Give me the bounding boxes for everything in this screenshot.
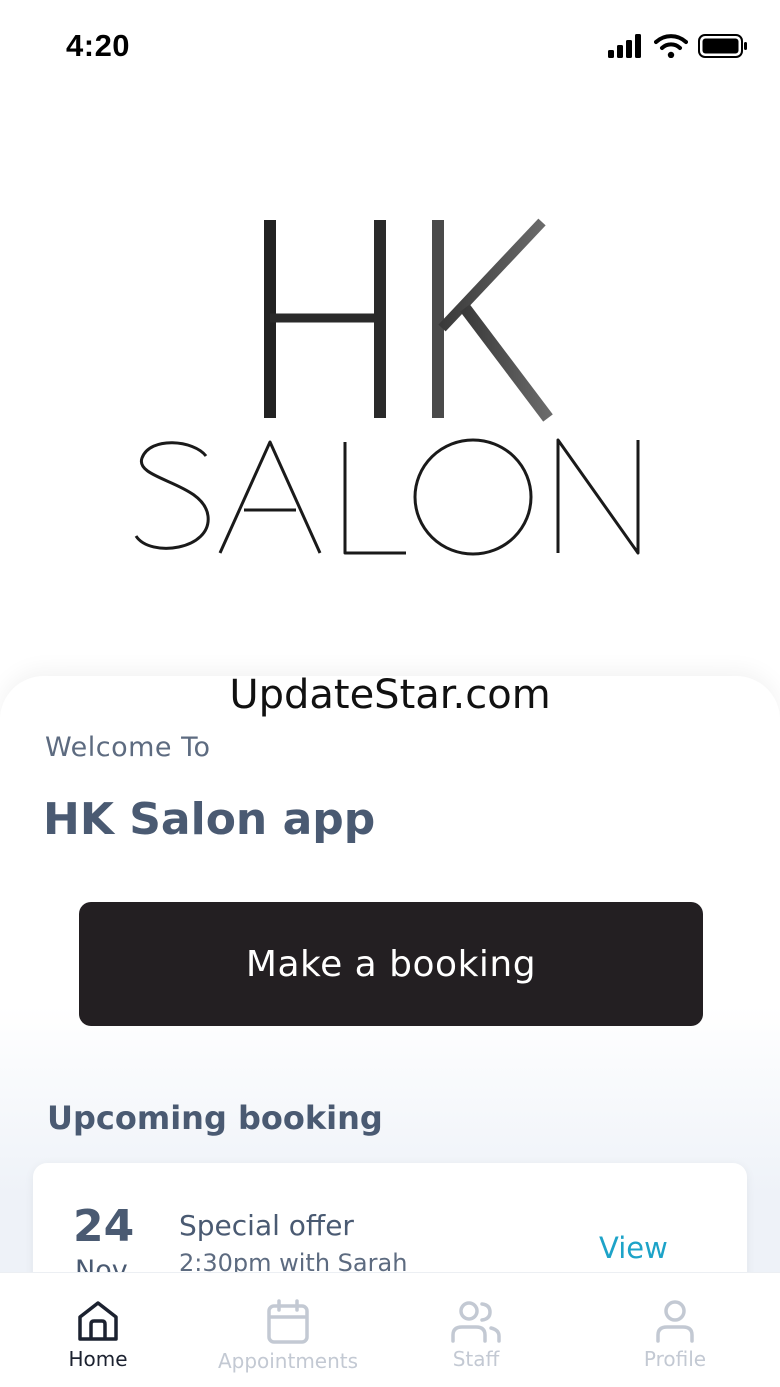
home-icon	[78, 1301, 118, 1341]
cellular-signal-icon	[608, 34, 641, 58]
tab-staff-label: Staff	[452, 1347, 500, 1371]
tab-home[interactable]: Home	[48, 1273, 148, 1387]
make-booking-button[interactable]: Make a booking	[79, 902, 703, 1026]
status-bar: 4:20	[0, 0, 780, 96]
upcoming-booking-heading: Upcoming booking	[47, 1099, 383, 1137]
tab-profile[interactable]: Profile	[622, 1273, 728, 1387]
calendar-icon	[267, 1299, 309, 1344]
battery-icon	[698, 34, 747, 58]
status-time: 4:20	[66, 28, 131, 63]
wifi-icon	[654, 34, 688, 58]
bottom-tab-bar: Home Appointments Staff Profile	[0, 1272, 780, 1387]
booking-title: Special offer	[179, 1209, 354, 1242]
tab-profile-label: Profile	[643, 1347, 707, 1371]
status-icons	[608, 34, 748, 58]
tab-appointments-label: Appointments	[217, 1349, 359, 1373]
page-title: HK Salon app	[43, 794, 376, 845]
view-booking-link[interactable]: View	[599, 1231, 668, 1265]
tab-staff[interactable]: Staff	[426, 1273, 526, 1387]
logo-salon-letters	[134, 438, 640, 556]
logo-hk-letters	[264, 218, 553, 422]
tab-appointments[interactable]: Appointments	[198, 1273, 378, 1387]
users-icon	[451, 1301, 501, 1343]
watermark-text: UpdateStar.com	[229, 672, 551, 718]
user-icon	[656, 1300, 694, 1343]
welcome-label: Welcome To	[45, 732, 211, 763]
booking-day: 24	[73, 1201, 135, 1252]
hk-salon-logo	[134, 218, 640, 556]
tab-home-label: Home	[68, 1347, 128, 1371]
